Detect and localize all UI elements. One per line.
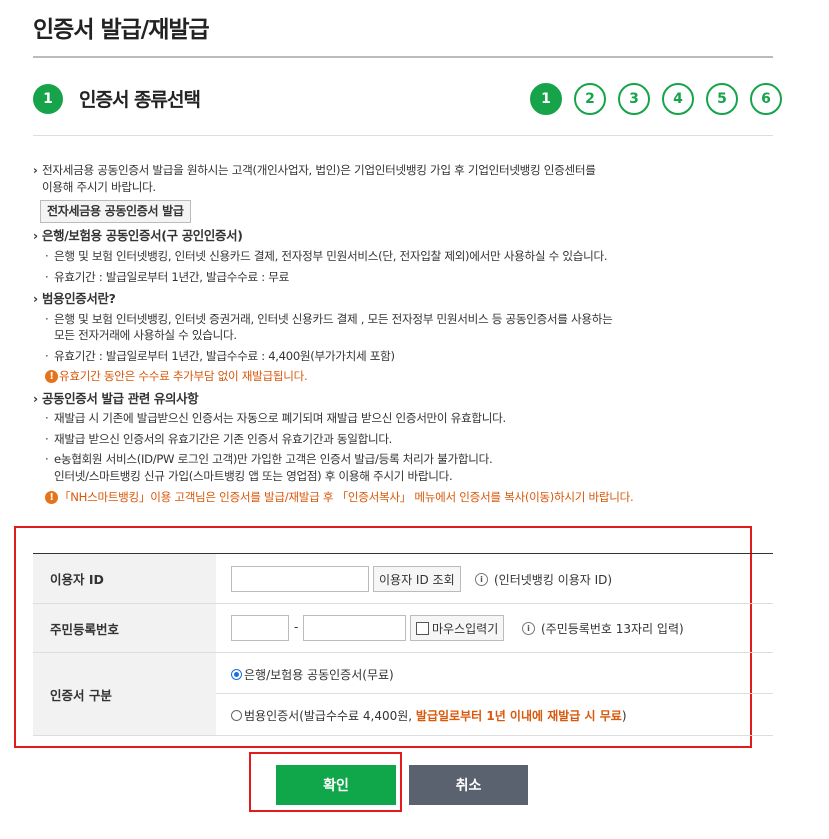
- rrn-row: 주민등록번호 - 마우스입력기 i (주민등록번호 13자리 입력): [33, 604, 773, 653]
- page-title: 인증서 발급/재발급: [33, 17, 210, 43]
- general-cert-usage: 은행 및 보험 인터넷뱅킹, 인터넷 증권거래, 인터넷 신용카드 결제 , 모…: [33, 311, 733, 344]
- title-divider: [33, 56, 773, 58]
- notice3-line2: 인터넷/스마트뱅킹 신규 가입(스마트뱅킹 앱 또는 영업점) 후 이용해 주시…: [54, 468, 453, 483]
- user-id-hint-text: (인터넷뱅킹 이용자 ID): [494, 573, 613, 587]
- notice-item-2: 재발급 받으신 인증서의 유효기간은 기존 인증서 유효기간과 동일합니다.: [33, 431, 733, 448]
- notice-heading: 공동인증서 발급 관련 유의사항: [33, 391, 733, 408]
- step-3: 3: [618, 83, 650, 115]
- tax-cert-notice: 전자세금용 공동인증서 발급을 원하시는 고객(개인사업자, 법인)은 기업인터…: [33, 162, 733, 195]
- mouse-input-toggle[interactable]: 마우스입력기: [410, 615, 505, 641]
- option-bank-cert[interactable]: 은행/보험용 공동인증서(무료): [231, 666, 394, 683]
- rrn-hint-text: (주민등록번호 13자리 입력): [541, 622, 684, 636]
- step-2: 2: [574, 83, 606, 115]
- notice-item-3: e농협회원 서비스(ID/PW 로그인 고객)만 가입한 고객은 인증서 발급/…: [33, 451, 733, 484]
- rrn-back-input[interactable]: [303, 615, 406, 641]
- step-5: 5: [706, 83, 738, 115]
- warning-icon: !: [45, 491, 58, 504]
- user-id-label: 이용자 ID: [33, 554, 216, 603]
- user-id-hint: i (인터넷뱅킹 이용자 ID): [475, 571, 612, 588]
- section-number-badge: 1: [33, 84, 63, 114]
- mouse-input-checkbox[interactable]: [416, 621, 429, 635]
- step-indicator: 1 2 3 4 5 6: [530, 83, 782, 115]
- tax-cert-issue-button[interactable]: 전자세금용 공동인증서 발급: [40, 200, 191, 223]
- general-usage-line1: 은행 및 보험 인터넷뱅킹, 인터넷 증권거래, 인터넷 신용카드 결제 , 모…: [54, 311, 613, 326]
- user-id-input[interactable]: [231, 566, 369, 592]
- bank-cert-validity: 유효기간 : 발급일로부터 1년간, 발급수수료 : 무료: [33, 269, 733, 286]
- general-option-prefix: 범용인증서(발급수수료 4,400원,: [244, 709, 416, 723]
- section-divider: [33, 135, 773, 136]
- general-option-free-notice: 발급일로부터 1년 이내에 재발급 시 무료: [415, 709, 622, 723]
- step-4: 4: [662, 83, 694, 115]
- bank-cert-heading: 은행/보험용 공동인증서(구 공인인증서): [33, 228, 733, 245]
- warning-icon: !: [45, 370, 58, 383]
- rrn-hint: i (주민등록번호 13자리 입력): [522, 620, 684, 637]
- smartbanking-warning-text: 「NH스마트뱅킹」이용 고객님은 인증서를 발급/재발급 후 「인증서복사」 메…: [59, 490, 634, 504]
- notice-item-1: 재발급 시 기존에 발급받으신 인증서는 자동으로 폐기되며 재발급 받으신 인…: [33, 410, 733, 427]
- user-id-row: 이용자 ID 이용자 ID 조회 i (인터넷뱅킹 이용자 ID): [33, 554, 773, 604]
- tax-notice-line2: 이용해 주시기 바랍니다.: [42, 179, 156, 194]
- rrn-label: 주민등록번호: [33, 604, 216, 652]
- smartbanking-warning: ! 「NH스마트뱅킹」이용 고객님은 인증서를 발급/재발급 후 「인증서복사」…: [33, 489, 733, 506]
- user-id-lookup-button[interactable]: 이용자 ID 조회: [373, 566, 461, 592]
- confirm-button[interactable]: 확인: [276, 765, 396, 805]
- section-title: 인증서 종류선택: [79, 89, 201, 111]
- option-general-cert[interactable]: 범용인증서(발급수수료 4,400원, 발급일로부터 1년 이내에 재발급 시 …: [231, 707, 627, 724]
- info-icon: i: [522, 622, 535, 635]
- general-option-suffix: ): [621, 709, 627, 723]
- step-6: 6: [750, 83, 782, 115]
- general-cert-warning: ! 유효기간 동안은 수수료 추가부담 없이 재발급됩니다.: [33, 368, 733, 385]
- bank-cert-option-label: 은행/보험용 공동인증서(무료): [244, 668, 394, 682]
- rrn-front-input[interactable]: [231, 615, 289, 641]
- notice3-line1: e농협회원 서비스(ID/PW 로그인 고객)만 가입한 고객은 인증서 발급/…: [54, 452, 493, 466]
- tax-notice-line1: 전자세금용 공동인증서 발급을 원하시는 고객(개인사업자, 법인)은 기업인터…: [42, 163, 596, 177]
- general-cert-validity: 유효기간 : 발급일로부터 1년간, 발급수수료 : 4,400원(부가가치세 …: [33, 348, 733, 365]
- cancel-button[interactable]: 취소: [409, 765, 528, 805]
- general-cert-heading: 범용인증서란?: [33, 291, 733, 308]
- bank-cert-usage: 은행 및 보험 인터넷뱅킹, 인터넷 신용카드 결제, 전자정부 민원서비스(단…: [33, 248, 733, 265]
- bank-cert-radio[interactable]: [231, 669, 242, 680]
- general-cert-radio[interactable]: [231, 710, 242, 721]
- cert-type-row: 인증서 구분 은행/보험용 공동인증서(무료) 범용인증서(발급수수료 4,40…: [33, 653, 773, 736]
- cert-type-label: 인증서 구분: [33, 653, 216, 735]
- rrn-dash: -: [294, 620, 299, 634]
- cert-type-divider: [216, 693, 773, 694]
- step-1: 1: [530, 83, 562, 115]
- general-usage-line2: 모든 전자거래에 사용하실 수 있습니다.: [54, 328, 237, 342]
- general-warning-text: 유효기간 동안은 수수료 추가부담 없이 재발급됩니다.: [59, 369, 308, 383]
- info-icon: i: [475, 573, 488, 586]
- mouse-input-label: 마우스입력기: [432, 621, 499, 636]
- info-panel: 전자세금용 공동인증서 발급을 원하시는 고객(개인사업자, 법인)은 기업인터…: [33, 162, 733, 506]
